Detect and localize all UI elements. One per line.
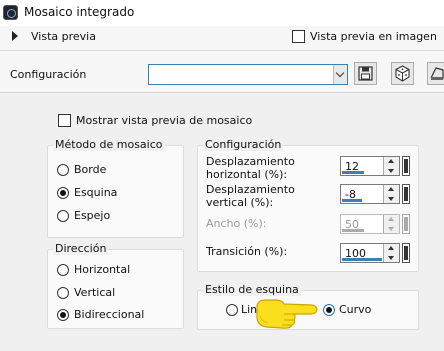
direction-horizontal-label[interactable]: Horizontal: [74, 263, 130, 276]
transition-fill: [342, 258, 382, 261]
horizontal-offset-fill: [342, 171, 364, 174]
horizontal-offset-slider[interactable]: [402, 156, 410, 176]
direction-title: Dirección: [53, 242, 109, 255]
tiling-border-radio[interactable]: [57, 164, 69, 176]
vertical-offset-fill: [342, 199, 362, 202]
width-fill: [342, 229, 364, 232]
vertical-offset-label-line2: vertical (%):: [206, 196, 274, 209]
vertical-offset-slider[interactable]: [402, 184, 410, 204]
spin-arrows-icon[interactable]: [383, 185, 399, 203]
horizontal-offset-label-line2: horizontal (%):: [206, 168, 288, 181]
direction-bidirectional-label[interactable]: Bidireccional: [74, 308, 144, 321]
reset-icon: [430, 67, 444, 80]
window-title: Mosaico integrado: [24, 5, 135, 19]
tiling-mirror-label[interactable]: Espejo: [74, 209, 110, 222]
settings-title: Configuración: [203, 138, 284, 151]
show-tile-preview-label[interactable]: Mostrar vista previa de mosaico: [76, 114, 252, 127]
tiling-corner-radio[interactable]: [57, 187, 69, 199]
tiling-method-title: Método de mosaico: [53, 138, 165, 151]
spin-arrows-icon: [383, 215, 399, 233]
tiling-border-label[interactable]: Borde: [74, 163, 106, 176]
transition-label: Transición (%):: [206, 245, 288, 258]
image-preview-checkbox[interactable]: [292, 30, 305, 43]
direction-bidirectional-radio[interactable]: [57, 309, 69, 321]
transition-spinbox[interactable]: 100: [340, 243, 400, 263]
direction-vertical-radio[interactable]: [57, 287, 69, 299]
horizontal-offset-spinbox[interactable]: 12: [340, 156, 400, 176]
show-tile-preview-checkbox[interactable]: [58, 114, 71, 127]
width-label: Ancho (%):: [206, 217, 267, 230]
horizontal-offset-label-line1: Desplazamiento: [206, 155, 295, 168]
corner-curved-radio[interactable]: [323, 304, 335, 316]
preview-toggle-label[interactable]: Vista previa: [31, 30, 96, 43]
preset-combobox[interactable]: [148, 64, 348, 85]
expand-triangle-icon[interactable]: [12, 31, 18, 41]
spin-arrows-icon[interactable]: [383, 244, 399, 262]
corner-style-title: Estilo de esquina: [203, 283, 301, 296]
pointing-hand-icon: [256, 299, 318, 329]
corner-linear-radio[interactable]: [226, 304, 238, 316]
dice-icon: [395, 65, 410, 82]
width-spinbox: 50: [340, 214, 400, 234]
save-preset-button[interactable]: [354, 62, 377, 85]
floppy-disk-icon: [358, 66, 373, 81]
corner-curved-label[interactable]: Curvo: [339, 303, 371, 316]
reset-button[interactable]: [427, 62, 444, 85]
image-preview-label[interactable]: Vista previa en imagen: [310, 30, 437, 43]
tiling-mirror-radio[interactable]: [57, 210, 69, 222]
transition-slider[interactable]: [402, 243, 410, 263]
vertical-offset-spinbox[interactable]: -8: [340, 184, 400, 204]
app-icon: [3, 5, 18, 20]
spin-arrows-icon[interactable]: [383, 157, 399, 175]
tiling-corner-label[interactable]: Esquina: [74, 186, 117, 199]
direction-horizontal-radio[interactable]: [57, 264, 69, 276]
width-slider: [402, 214, 410, 234]
randomize-button[interactable]: [391, 62, 414, 85]
vertical-offset-label-line1: Desplazamiento: [206, 183, 295, 196]
direction-vertical-label[interactable]: Vertical: [74, 286, 115, 299]
config-label: Configuración: [10, 68, 87, 81]
chevron-down-icon[interactable]: [333, 65, 347, 84]
